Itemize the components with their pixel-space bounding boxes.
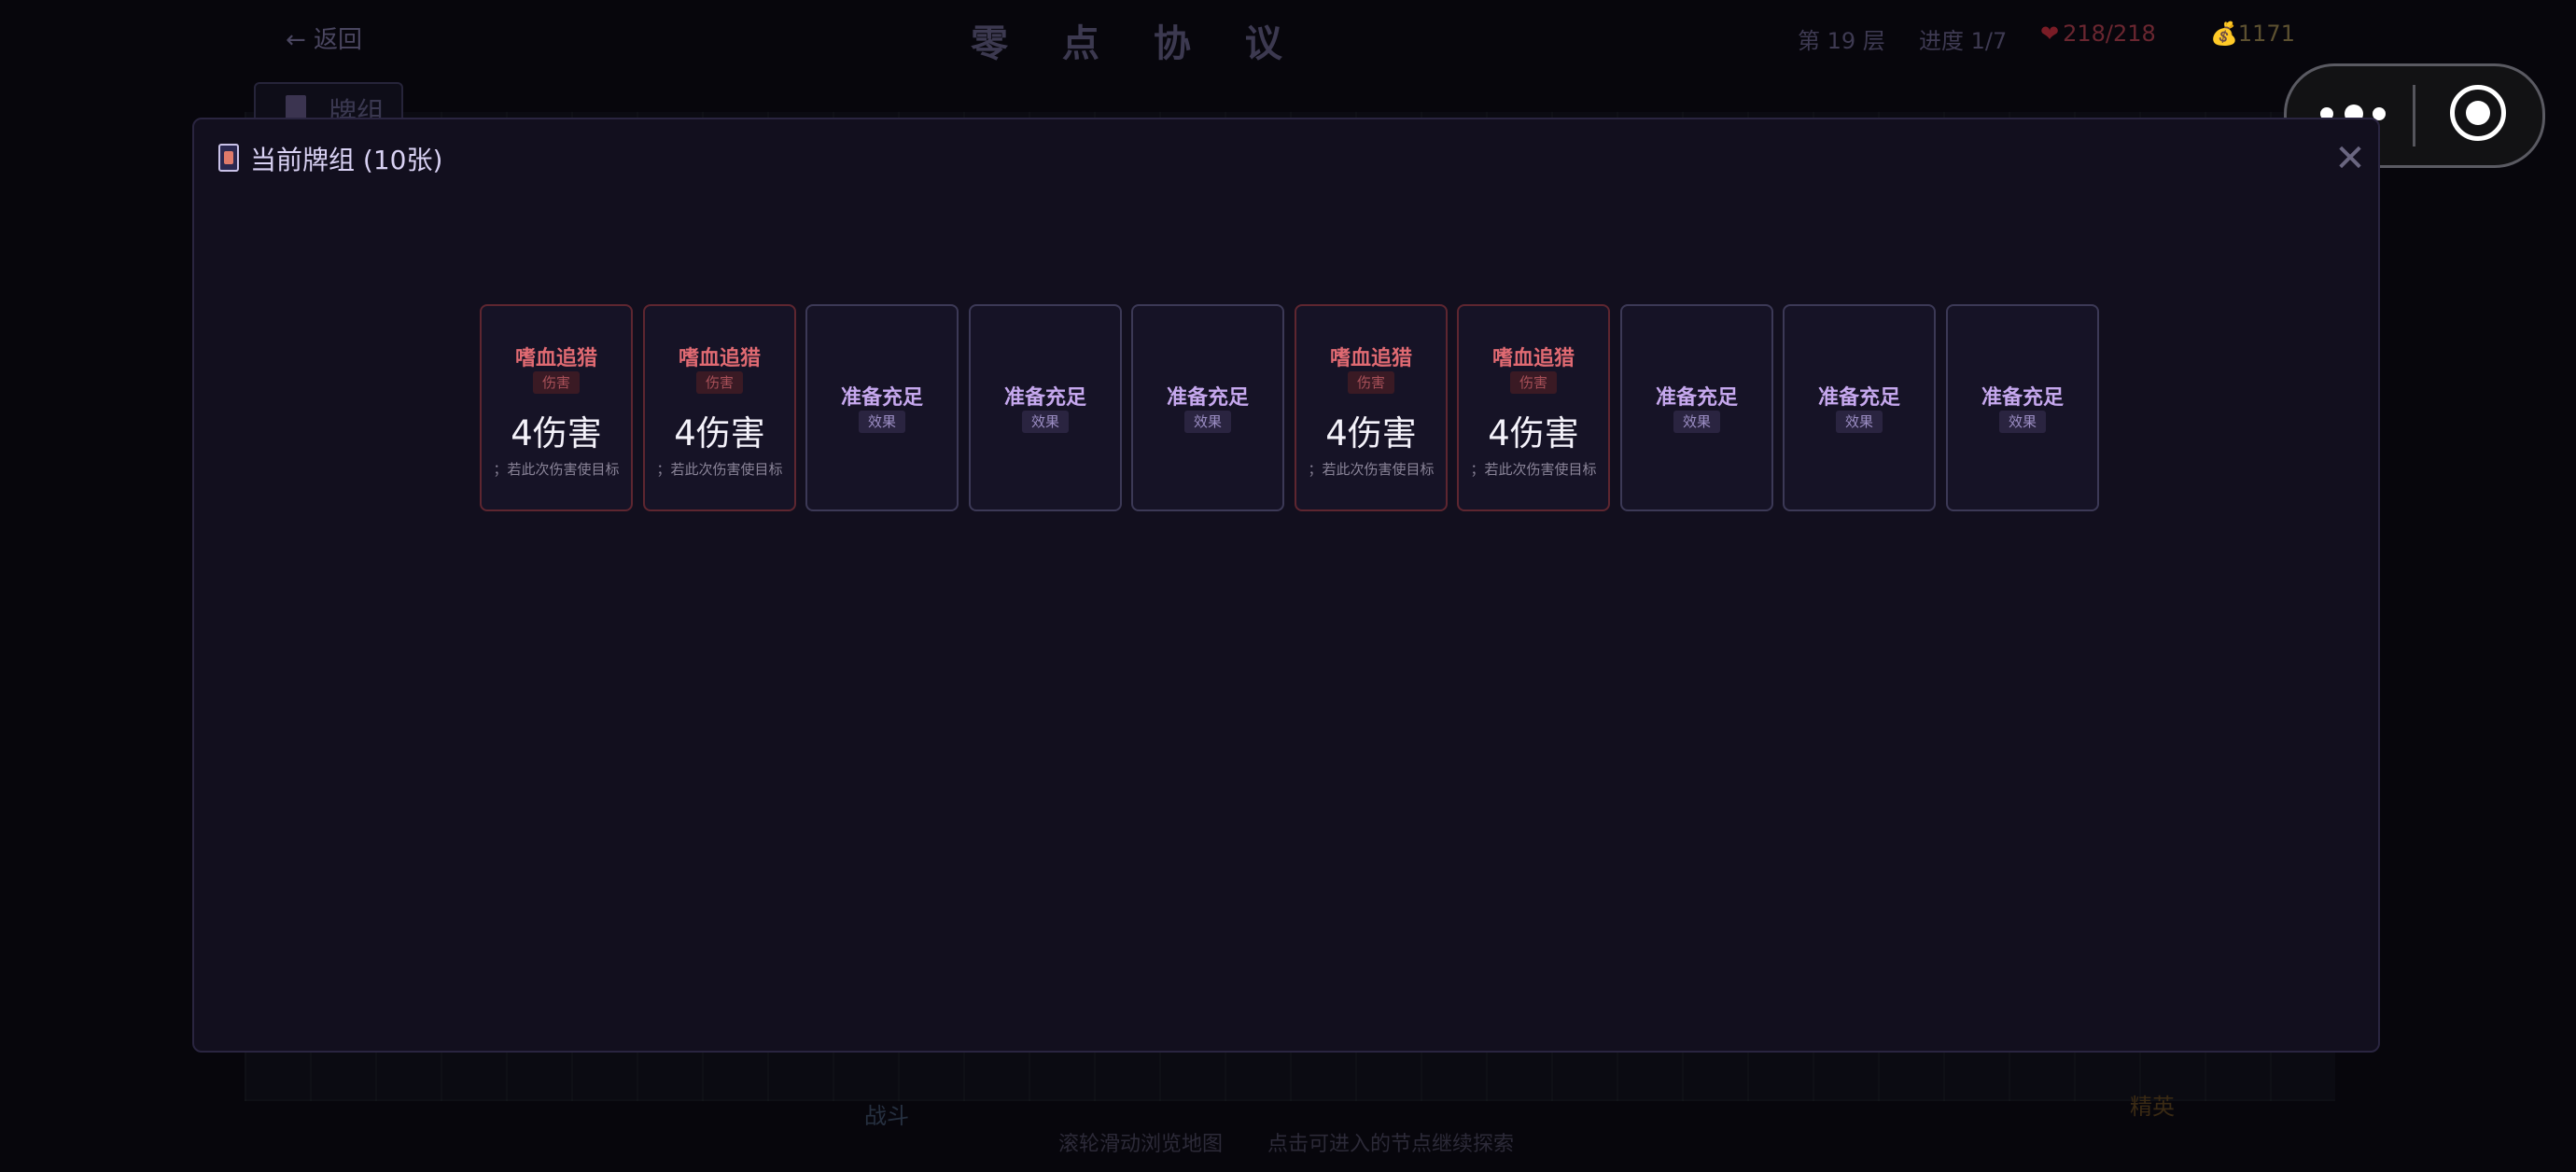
card-name: 准备充足 — [1981, 386, 2064, 410]
close-icon[interactable]: ✕ — [2331, 140, 2369, 177]
deck-card[interactable]: 准备充足 效果 — [1620, 304, 1773, 511]
card-type-badge: 伤害 — [1348, 371, 1394, 394]
card-name: 准备充足 — [840, 386, 923, 410]
scroll-hint: 滚轮滑动浏览地图 — [1058, 1133, 1224, 1156]
hp-value: 218/218 — [2063, 21, 2156, 47]
gold-display: 💰1171 — [2210, 21, 2295, 47]
card-type-badge: 效果 — [1184, 411, 1231, 433]
money-bag-icon: 💰 — [2210, 21, 2238, 47]
deck-card[interactable]: 准备充足 效果 — [805, 304, 959, 511]
card-type-badge: 效果 — [1022, 411, 1069, 433]
card-type-badge: 伤害 — [533, 371, 580, 394]
map-node-elite-label: 精英 — [2130, 1094, 2175, 1120]
deck-card[interactable]: 嗜血追猎 伤害 4伤害 ；若此次伤害使目标 — [480, 304, 633, 511]
card-value: 4伤害 — [674, 413, 765, 453]
card-type-badge: 伤害 — [1510, 371, 1557, 394]
card-value: 4伤害 — [1488, 413, 1579, 453]
deck-card[interactable]: 嗜血追猎 伤害 4伤害 ；若此次伤害使目标 — [1295, 304, 1448, 511]
capsule-divider — [2413, 85, 2415, 146]
card-type-badge: 效果 — [1999, 411, 2046, 433]
exit-miniprogram-icon[interactable] — [2450, 85, 2506, 141]
playing-card-icon — [218, 144, 239, 172]
card-description: ；若此次伤害使目标 — [1470, 461, 1597, 478]
deck-card[interactable]: 嗜血追猎 伤害 4伤害 ；若此次伤害使目标 — [643, 304, 796, 511]
deck-card[interactable]: 嗜血追猎 伤害 4伤害 ；若此次伤害使目标 — [1457, 304, 1610, 511]
deck-modal: 当前牌组 (10张) ✕ 嗜血追猎 伤害 4伤害 ；若此次伤害使目标 嗜血追猎 伤害 4伤害… — [192, 118, 2380, 1053]
game-title: 零 点 协 议 — [971, 22, 1303, 65]
card-description: ；若此次伤害使目标 — [493, 461, 620, 478]
card-name: 嗜血追猎 — [1329, 347, 1412, 370]
deck-card[interactable]: 准备充足 效果 — [1783, 304, 1936, 511]
back-button[interactable]: ← 返回 — [286, 21, 362, 55]
card-name: 嗜血追猎 — [1491, 347, 1575, 370]
card-type-badge: 效果 — [1836, 411, 1883, 433]
hp-display: ❤ 218/218 — [2040, 21, 2156, 47]
explore-hint: 点击可进入的节点继续探索 — [1267, 1133, 1515, 1156]
card-value: 4伤害 — [511, 413, 602, 453]
progress-indicator: 进度 1/7 — [1919, 28, 2008, 54]
card-value: 4伤害 — [1325, 413, 1417, 453]
deck-card[interactable]: 准备充足 效果 — [969, 304, 1122, 511]
card-type-badge: 效果 — [1673, 411, 1720, 433]
card-type-badge: 效果 — [859, 411, 905, 433]
map-node-battle-label: 战斗 — [864, 1103, 909, 1129]
card-type-badge: 伤害 — [696, 371, 743, 394]
card-name: 准备充足 — [1003, 386, 1086, 410]
card-name: 嗜血追猎 — [514, 347, 597, 370]
modal-title: 当前牌组 (10张) — [250, 145, 443, 175]
deck-card[interactable]: 准备充足 效果 — [1946, 304, 2099, 511]
gold-value: 1171 — [2237, 21, 2295, 47]
card-description: ；若此次伤害使目标 — [656, 461, 783, 478]
card-name: 准备充足 — [1655, 386, 1738, 410]
card-name: 准备充足 — [1817, 386, 1900, 410]
card-name: 嗜血追猎 — [678, 347, 761, 370]
card-description: ；若此次伤害使目标 — [1308, 461, 1435, 478]
card-name: 准备充足 — [1166, 386, 1249, 410]
top-bar: ← 返回 零 点 协 议 第 19 层 进度 1/7 ❤ 218/218 💰117… — [0, 0, 2576, 75]
floor-indicator: 第 19 层 — [1798, 28, 1885, 54]
deck-icon — [286, 95, 306, 119]
heart-icon: ❤ — [2040, 21, 2060, 47]
deck-card[interactable]: 准备充足 效果 — [1131, 304, 1284, 511]
